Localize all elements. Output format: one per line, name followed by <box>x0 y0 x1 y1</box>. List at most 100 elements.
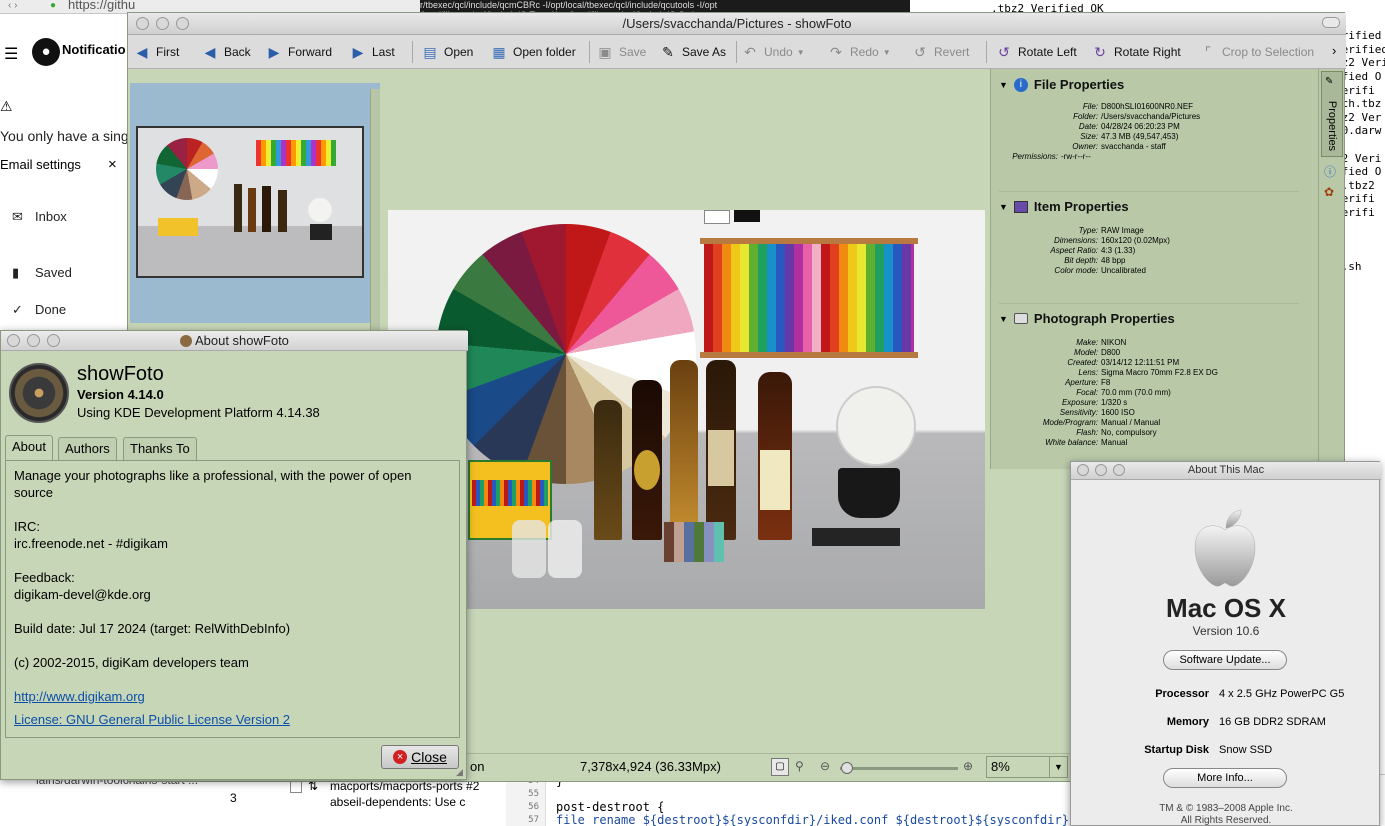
redo-button[interactable]: ↷ Redo ▼ <box>826 41 891 63</box>
color-checker-card <box>664 522 724 562</box>
rotate-right-label: Rotate Right <box>1114 45 1181 59</box>
save-button[interactable]: ▣ Save <box>595 41 646 63</box>
zoom-window-button[interactable] <box>176 17 189 30</box>
tab-authors[interactable]: Authors <box>58 437 117 461</box>
about-titlebar[interactable]: About showFoto <box>1 331 468 351</box>
photo-properties-heading: Photograph Properties <box>1033 311 1175 326</box>
website-link[interactable]: http://www.digikam.org <box>14 688 451 705</box>
minimize-window-button[interactable] <box>1095 464 1107 476</box>
prop-key: Folder: <box>1073 112 1098 121</box>
editor-code[interactable]: } post-destroot { file rename ${destroot… <box>556 775 1091 826</box>
zoom-out-icon[interactable]: ⊖ <box>820 759 830 773</box>
first-button[interactable]: ◀ First <box>132 41 180 63</box>
open-folder-icon: ▦ <box>492 43 506 60</box>
minimize-window-button[interactable] <box>156 17 169 30</box>
thumbnail-image[interactable] <box>136 126 364 278</box>
section-divider <box>999 191 1299 192</box>
rotate-right-button[interactable]: ↻ Rotate Right <box>1090 41 1181 63</box>
close-window-button[interactable] <box>136 17 149 30</box>
tab-about[interactable]: About <box>5 435 53 461</box>
row-checkbox[interactable] <box>290 781 302 793</box>
spec-label: Processor <box>1155 688 1209 700</box>
close-window-button[interactable] <box>7 334 20 347</box>
forward-button[interactable]: ▶ Forward <box>264 41 332 63</box>
build-date: Build date: Jul 17 2024 (target: RelWith… <box>14 621 291 636</box>
spec-value: 4 x 2.5 GHz PowerPC G5 <box>1219 688 1345 700</box>
about-tab-content: Manage your photographs like a professio… <box>5 460 460 738</box>
photo-properties-header[interactable]: ▼ Photograph Properties <box>999 311 1175 326</box>
email-settings-link[interactable]: Email settings <box>0 157 81 172</box>
revert-label: Revert <box>934 45 970 59</box>
toolbar-overflow-icon[interactable]: › <box>1332 43 1336 58</box>
open-button[interactable]: ▤ Open <box>420 41 473 63</box>
zoom-window-button[interactable] <box>47 334 60 347</box>
resize-grip-icon[interactable]: ◢ <box>456 767 463 778</box>
nav-done[interactable]: Done <box>35 302 66 317</box>
pepper-shaker <box>512 520 546 578</box>
revert-button[interactable]: ↺ Revert <box>910 41 969 63</box>
metadata-tab-icon[interactable]: ⓘ <box>1324 163 1336 180</box>
item-properties-rows: Type: RAW Image Dimensions: 160x120 (0.02M… <box>991 226 1311 276</box>
software-update-button[interactable]: Software Update... <box>1163 650 1287 670</box>
zoom-in-icon[interactable]: ⊕ <box>963 759 973 773</box>
close-label: Close <box>411 749 447 765</box>
prop-value: D800hSLI01600NR0.NEF <box>1101 102 1194 111</box>
hamburger-menu-icon[interactable]: ☰ <box>4 44 18 64</box>
prop-key: Aperture: <box>1065 378 1098 387</box>
chevron-down-icon[interactable]: ▼ <box>797 48 805 57</box>
last-button[interactable]: ▶ Last <box>348 41 395 63</box>
undo-button[interactable]: ↶ Undo ▼ <box>740 41 805 63</box>
crop-label: Crop to Selection <box>1222 45 1315 59</box>
save-as-button[interactable]: ✎ Save As <box>658 41 726 63</box>
open-folder-button[interactable]: ▦ Open folder <box>489 41 575 63</box>
tab-thanks-label: Thanks To <box>130 441 190 456</box>
browser-url[interactable]: https://githu <box>68 0 135 12</box>
prop-value: 03/14/12 12:11:51 PM <box>1101 358 1180 367</box>
editor-gutter: 54 55 56 57 <box>506 775 546 826</box>
prop-key: White balance: <box>1045 438 1098 447</box>
nav-saved[interactable]: Saved <box>35 265 72 280</box>
mac-footer-trademark: TM & © 1983–2008 Apple Inc. <box>1159 803 1293 814</box>
prop-key: Sensitivity: <box>1059 408 1098 417</box>
zoom-slider-handle[interactable] <box>841 762 854 774</box>
close-window-button[interactable] <box>1077 464 1089 476</box>
license-link[interactable]: License: GNU General Public License Vers… <box>14 711 451 728</box>
zoom-window-button[interactable] <box>1113 464 1125 476</box>
bookmark-icon: ▮ <box>12 265 20 280</box>
image-dimensions: 7,378x4,924 (36.33Mpx) <box>580 759 721 774</box>
prop-key: Model: <box>1073 348 1098 357</box>
chevron-down-icon[interactable]: ▼ <box>883 48 891 57</box>
spec-value: Snow SSD <box>1219 744 1273 756</box>
chevron-down-icon[interactable]: ▼ <box>1049 757 1067 777</box>
rotate-left-button[interactable]: ↺ Rotate Left <box>994 41 1077 63</box>
tab-properties[interactable]: ✎ Properties <box>1321 71 1343 157</box>
main-photo[interactable] <box>388 210 985 609</box>
showfoto-titlebar[interactable]: /Users/svacchanda/Pictures - showFoto <box>128 13 1346 35</box>
collapse-arrow-icon: ▼ <box>999 201 1008 212</box>
prop-value: Uncalibrated <box>1101 266 1146 275</box>
zoom-combo[interactable]: 8% ▼ <box>986 756 1068 778</box>
fit-window-icon[interactable]: ▢ <box>771 758 789 776</box>
more-info-button[interactable]: More Info... <box>1163 768 1287 788</box>
zoom-slider-track[interactable] <box>840 762 958 774</box>
file-properties-header[interactable]: ▼ i File Properties <box>999 77 1124 92</box>
geolocation-tab-icon[interactable]: ✿ <box>1324 185 1334 199</box>
last-label: Last <box>372 45 395 59</box>
minimize-window-button[interactable] <box>27 334 40 347</box>
forward-label: Forward <box>288 45 333 59</box>
crop-button[interactable]: ⌜ Crop to Selection <box>1198 41 1314 63</box>
item-properties-header[interactable]: ▼ Item Properties <box>999 199 1129 214</box>
mac-titlebar[interactable]: About This Mac <box>1071 462 1381 480</box>
close-button[interactable]: × Close <box>381 745 459 769</box>
dismiss-icon[interactable]: × <box>108 156 117 173</box>
browser-nav-arrows[interactable]: ‹ › <box>8 0 17 11</box>
github-logo-icon[interactable]: ● <box>32 38 60 66</box>
nav-inbox[interactable]: Inbox <box>35 209 67 224</box>
back-button[interactable]: ◀ Back <box>200 41 251 63</box>
zoom-fit-icon[interactable]: ⚲ <box>795 759 804 773</box>
pr-row-subtitle: abseil-dependents: Use c <box>330 795 466 809</box>
tab-thanks-to[interactable]: Thanks To <box>123 437 197 461</box>
forward-icon: ▶ <box>268 43 280 60</box>
last-icon: ▶ <box>352 43 364 60</box>
toolbar-toggle-button[interactable] <box>1322 17 1340 28</box>
